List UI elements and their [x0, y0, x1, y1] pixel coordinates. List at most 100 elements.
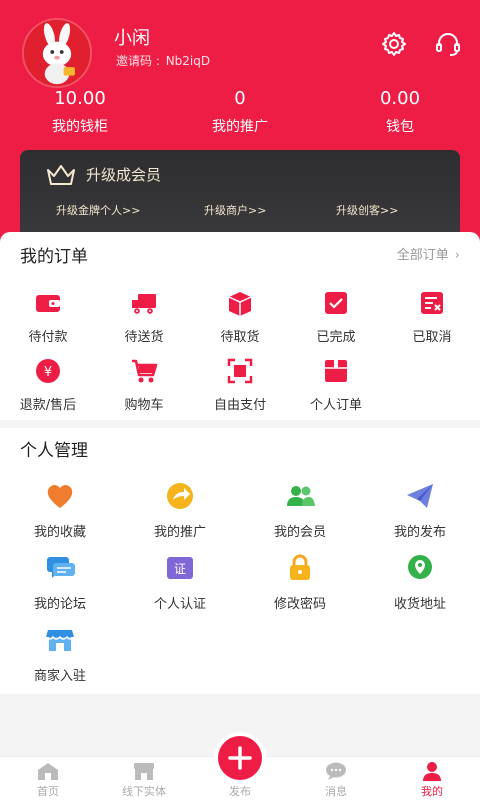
orders-title: 我的订单 — [20, 247, 88, 267]
stat-value: 0 — [234, 88, 246, 109]
order-pending-pickup[interactable]: 待取货 — [192, 288, 288, 345]
svg-text:¥: ¥ — [44, 365, 52, 380]
upgrade-merchant-link[interactable]: 升级商户>> — [204, 202, 266, 218]
order-label: 个人订单 — [309, 398, 362, 413]
order-label: 退款/售后 — [19, 398, 77, 413]
order-refund[interactable]: ¥ 退款/售后 — [0, 356, 96, 413]
order-pending-payment[interactable]: 待付款 — [0, 288, 96, 345]
tab-home[interactable]: 首页 — [0, 757, 96, 799]
tab-label: 线下实体 — [122, 785, 166, 798]
order-label: 购物车 — [124, 398, 164, 413]
order-pending-delivery[interactable]: 待送货 — [96, 288, 192, 345]
wallet-icon — [33, 288, 63, 318]
all-orders-label: 全部订单 — [396, 248, 449, 263]
order-label: 自由支付 — [213, 398, 266, 413]
invite-code: 邀请码 : Nb2iqD — [114, 52, 210, 69]
crown-icon — [47, 165, 75, 185]
share-arrow-icon — [164, 480, 196, 512]
management-label: 修改密码 — [273, 597, 326, 612]
certificate-icon: 证 — [164, 552, 196, 584]
stat-value: 0.00 — [379, 88, 421, 109]
lock-icon — [284, 552, 316, 584]
tab-label: 首页 — [37, 785, 59, 798]
stat-wallet[interactable]: 0.00 钱包 — [330, 88, 470, 136]
tab-label: 消息 — [325, 785, 347, 798]
order-label: 待付款 — [28, 330, 68, 345]
stat-label: 我的钱柜 — [52, 119, 108, 135]
change-password[interactable]: 修改密码 — [240, 552, 360, 612]
user-icon — [420, 761, 444, 781]
scan-icon — [225, 356, 255, 386]
management-label: 收货地址 — [393, 597, 446, 612]
all-orders-link[interactable]: 全部订单 › — [397, 244, 460, 263]
invite-value: Nb2iqD — [165, 54, 211, 68]
management-label: 我的论坛 — [33, 597, 86, 612]
management-label: 我的推广 — [153, 525, 206, 540]
stat-label: 我的推广 — [212, 119, 268, 135]
cart-icon — [129, 356, 159, 386]
stat-promotion[interactable]: 0 我的推广 — [170, 88, 310, 136]
stat-coffer[interactable]: 10.00 我的钱柜 — [10, 88, 150, 136]
vip-title: 升级成会员 — [86, 166, 162, 184]
paper-plane-icon — [404, 480, 436, 512]
headset-icon[interactable] — [434, 30, 462, 58]
order-cart[interactable]: 购物车 — [96, 356, 192, 413]
management-label: 我的收藏 — [33, 525, 86, 540]
order-box-icon — [321, 356, 351, 386]
package-icon — [225, 288, 255, 318]
truck-icon — [129, 288, 159, 318]
stat-label: 钱包 — [386, 119, 414, 135]
management-label: 个人认证 — [153, 597, 206, 612]
order-label: 待送货 — [124, 330, 164, 345]
my-members[interactable]: 我的会员 — [240, 480, 360, 540]
publish-button[interactable] — [218, 736, 262, 780]
my-promotion[interactable]: 我的推广 — [120, 480, 240, 540]
my-forum[interactable]: 我的论坛 — [0, 552, 120, 612]
management-label: 我的会员 — [273, 525, 326, 540]
merchant-join[interactable]: 商家入驻 — [0, 624, 120, 684]
shop-icon — [132, 761, 156, 781]
shipping-address[interactable]: 收货地址 — [360, 552, 480, 612]
management-label: 我的发布 — [393, 525, 446, 540]
chevron-right-icon: › — [454, 248, 460, 263]
avatar[interactable] — [22, 18, 92, 88]
tab-label: 我的 — [421, 785, 443, 798]
tab-messages[interactable]: 消息 — [288, 757, 384, 799]
personal-verification[interactable]: 证 个人认证 — [120, 552, 240, 612]
order-cancelled[interactable]: 已取消 — [384, 288, 480, 345]
orders-section: 我的订单 全部订单 › 待付款 待送货 待取货 已完成 已取消 ¥ 退款/售后 … — [0, 232, 480, 422]
order-completed[interactable]: 已完成 — [288, 288, 384, 345]
order-free-pay[interactable]: 自由支付 — [192, 356, 288, 413]
order-label: 待取货 — [220, 330, 260, 345]
order-label: 已取消 — [412, 330, 452, 345]
management-title: 个人管理 — [20, 441, 88, 461]
location-icon — [404, 552, 436, 584]
refund-icon: ¥ — [33, 356, 63, 386]
message-icon — [324, 761, 348, 781]
gear-icon[interactable] — [380, 30, 408, 58]
upgrade-maker-link[interactable]: 升级创客>> — [336, 202, 398, 218]
heart-icon — [44, 480, 76, 512]
check-box-icon — [321, 288, 351, 318]
my-favorites[interactable]: 我的收藏 — [0, 480, 120, 540]
management-label: 商家入驻 — [33, 669, 86, 684]
members-icon — [284, 480, 316, 512]
tab-offline-store[interactable]: 线下实体 — [96, 757, 192, 799]
profile-header: 小闲 邀请码 : Nb2iqD 10.00 我的钱柜 0 我的推广 0.00 钱… — [0, 0, 480, 260]
stats-row: 10.00 我的钱柜 0 我的推广 0.00 钱包 — [0, 88, 480, 138]
chat-icon — [44, 552, 76, 584]
section-divider — [0, 420, 480, 428]
profile-page: 小闲 邀请码 : Nb2iqD 10.00 我的钱柜 0 我的推广 0.00 钱… — [0, 0, 480, 800]
tab-mine[interactable]: 我的 — [384, 757, 480, 799]
order-label: 已完成 — [316, 330, 356, 345]
stat-value: 10.00 — [54, 88, 106, 109]
home-icon — [36, 761, 60, 781]
plus-icon — [228, 746, 252, 770]
svg-text:证: 证 — [174, 562, 186, 576]
cancel-list-icon — [417, 288, 447, 318]
upgrade-gold-link[interactable]: 升级金牌个人>> — [56, 202, 140, 218]
my-posts[interactable]: 我的发布 — [360, 480, 480, 540]
username: 小闲 — [114, 28, 150, 49]
order-personal[interactable]: 个人订单 — [288, 356, 384, 413]
invite-label: 邀请码 : — [116, 54, 160, 68]
